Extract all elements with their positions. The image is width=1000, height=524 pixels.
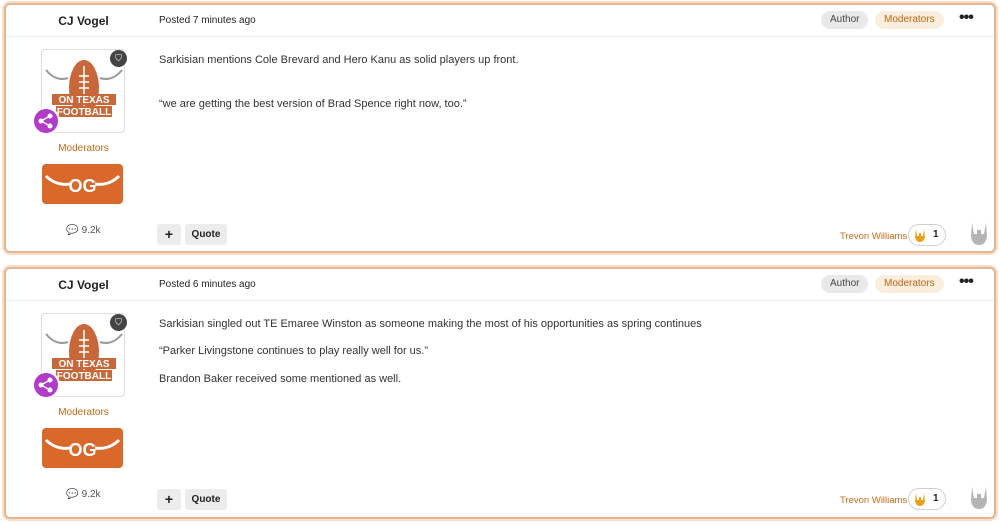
moderators-badge: Moderators [875,275,944,293]
avatar-text-line-1: ON TEXAS [58,359,109,370]
reactor-name[interactable]: Trevon Williams [840,231,907,242]
reputation-count: 9.2k [81,225,101,236]
group-badge-text: OG [68,440,96,460]
comment-icon: 💬 [66,225,79,236]
post-content: Sarkisian singled out TE Emaree Winston … [159,301,979,471]
comment-icon: 💬 [66,489,79,500]
post-timestamp[interactable]: Posted 6 minutes ago [159,269,256,301]
horns-hand-icon [915,229,925,242]
add-button[interactable]: + [157,489,181,510]
author-badge: Author [821,11,869,29]
avatar-text-line-2: FOOTBALL [57,371,111,382]
shield-icon: ⛉ [110,314,127,331]
post-timestamp[interactable]: Posted 7 minutes ago [159,5,256,37]
reputation: 💬 9.2k [6,225,161,236]
ellipsis-icon[interactable]: ••• [959,274,974,290]
reaction-summary[interactable]: 1 [908,488,946,510]
author-badge: Author [821,275,869,293]
moderators-badge: Moderators [875,11,944,29]
shield-icon: ⛉ [110,50,127,67]
horns-hand-icon[interactable] [969,485,989,511]
quote-button[interactable]: Quote [185,489,227,510]
share-icon[interactable] [32,371,60,399]
post-paragraph: Brandon Baker received some mentioned as… [159,373,402,385]
member-role: Moderators [58,143,109,154]
group-badge-image: OG [42,164,123,204]
post: CJ Vogel Posted 6 minutes ago Author Mod… [4,267,996,519]
member-role: Moderators [58,407,109,418]
horns-hand-icon [915,493,925,506]
reaction-count: 1 [933,229,939,240]
reputation-count: 9.2k [81,489,101,500]
post-content: Sarkisian mentions Cole Brevard and Hero… [159,37,979,207]
add-button[interactable]: + [157,224,181,245]
group-badge-text: OG [68,176,96,196]
avatar-text-line-1: ON TEXAS [58,95,109,106]
author-sidebar: ON TEXAS FOOTBALL ⛉ Moderators OG 💬 9.2k [6,37,161,251]
reaction-count: 1 [933,493,939,504]
group-badge-image: OG [42,428,123,468]
post-header: CJ Vogel Posted 7 minutes ago Author Mod… [6,5,994,37]
post-paragraph: Sarkisian singled out TE Emaree Winston … [159,318,702,330]
author-name[interactable]: CJ Vogel [6,5,161,37]
post: CJ Vogel Posted 7 minutes ago Author Mod… [4,3,996,253]
horns-hand-icon[interactable] [969,221,989,247]
author-sidebar: ON TEXAS FOOTBALL ⛉ Moderators OG 💬 9.2k [6,301,161,515]
ellipsis-icon[interactable]: ••• [959,10,974,26]
post-paragraph: “we are getting the best version of Brad… [159,98,467,110]
post-paragraph: “Parker Livingstone continues to play re… [159,345,429,357]
reactor-name[interactable]: Trevon Williams [840,495,907,506]
reputation: 💬 9.2k [6,489,161,500]
reaction-summary[interactable]: 1 [908,224,946,246]
author-name[interactable]: CJ Vogel [6,269,161,301]
quote-button[interactable]: Quote [185,224,227,245]
post-header: CJ Vogel Posted 6 minutes ago Author Mod… [6,269,994,301]
share-icon[interactable] [32,107,60,135]
avatar-text-line-2: FOOTBALL [57,107,111,118]
post-paragraph: Sarkisian mentions Cole Brevard and Hero… [159,54,519,66]
